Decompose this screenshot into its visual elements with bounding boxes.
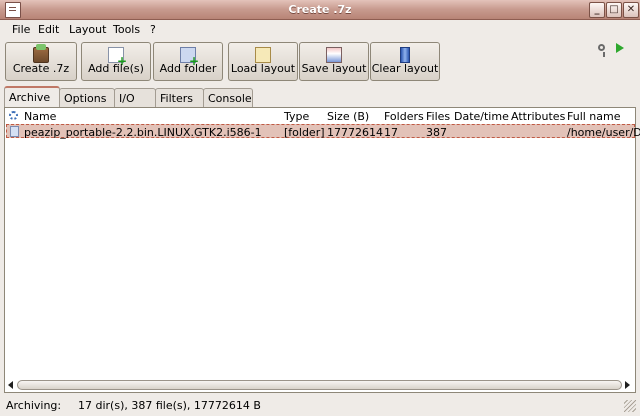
toolbar: Create .7z Add file(s) Add folder Load l… [0,40,640,84]
list-header: Name Type Size (B) Folders Files Date/ti… [5,108,635,123]
scroll-left-icon[interactable] [8,381,13,389]
load-layout-label: Load layout [230,62,296,75]
row-folders: 17 [384,126,398,139]
save-layout-button[interactable]: Save layout [299,42,369,81]
create-7z-button[interactable]: Create .7z [5,42,77,81]
status-label: Archiving: [6,399,62,412]
tab-io[interactable]: I/O [114,88,156,107]
tab-console[interactable]: Console [203,88,253,107]
add-file-icon [108,47,127,67]
save-layout-label: Save layout [301,62,367,75]
column-type[interactable]: Type [284,110,309,123]
menu-help[interactable]: ? [150,23,156,36]
add-folder-label: Add folder [159,62,217,75]
tab-archive[interactable]: Archive [4,86,60,108]
menu-layout[interactable]: Layout [69,23,106,36]
file-list[interactable]: Name Type Size (B) Folders Files Date/ti… [4,107,640,393]
scroll-thumb[interactable] [17,380,622,390]
menu-edit[interactable]: Edit [38,23,59,36]
add-files-label: Add file(s) [88,62,144,75]
folder-item-icon [10,126,19,137]
menu-bar: File Edit Layout Tools ? [0,20,640,40]
window-title: Create .7z [288,3,352,16]
clear-layout-button[interactable]: Clear layout [370,42,440,81]
add-folder-icon [180,47,199,67]
column-size[interactable]: Size (B) [327,110,369,123]
row-size: 17772614 [327,126,383,139]
horizontal-scrollbar[interactable] [5,379,635,392]
menu-tools[interactable]: Tools [113,23,140,36]
resize-grip[interactable] [624,400,636,412]
tools-icon[interactable] [598,44,605,57]
status-bar: Archiving: 17 dir(s), 387 file(s), 17772… [0,396,640,416]
column-attributes[interactable]: Attributes [511,110,565,123]
table-row[interactable]: peazip_portable-2.2.bin.LINUX.GTK2.i586-… [6,124,640,139]
title-bar: Create .7z _ □ ✕ [0,0,640,20]
add-folder-button[interactable]: Add folder [153,42,223,81]
save-layout-icon [326,47,342,63]
status-text: 17 dir(s), 387 file(s), 17772614 B [78,399,261,412]
load-layout-button[interactable]: Load layout [228,42,298,81]
column-settings-icon[interactable] [9,111,18,120]
row-name: peazip_portable-2.2.bin.LINUX.GTK2.i586-… [24,126,262,139]
column-name[interactable]: Name [24,110,56,123]
row-fullname: /home/user/D [567,126,640,139]
column-fullname[interactable]: Full name [567,110,621,123]
column-folders[interactable]: Folders [384,110,424,123]
minimize-button[interactable]: _ [589,2,605,18]
tab-filters[interactable]: Filters [155,88,204,107]
column-datetime[interactable]: Date/time [454,110,509,123]
scroll-right-icon[interactable] [625,381,630,389]
tab-options[interactable]: Options [59,88,115,107]
create-7z-label: Create .7z [12,62,70,75]
clear-layout-label: Clear layout [371,62,439,75]
load-layout-icon [255,47,271,63]
menu-file[interactable]: File [12,23,30,36]
column-files[interactable]: Files [426,110,450,123]
add-files-button[interactable]: Add file(s) [81,42,151,81]
archive-create-icon [33,44,49,63]
row-type: [folder] [284,126,325,139]
run-icon[interactable] [616,43,624,53]
row-files: 387 [426,126,447,139]
tab-bar: Archive Options I/O Filters Console [0,86,640,108]
maximize-button[interactable]: □ [606,2,622,18]
close-button[interactable]: ✕ [623,2,639,18]
clear-layout-icon [400,47,410,63]
